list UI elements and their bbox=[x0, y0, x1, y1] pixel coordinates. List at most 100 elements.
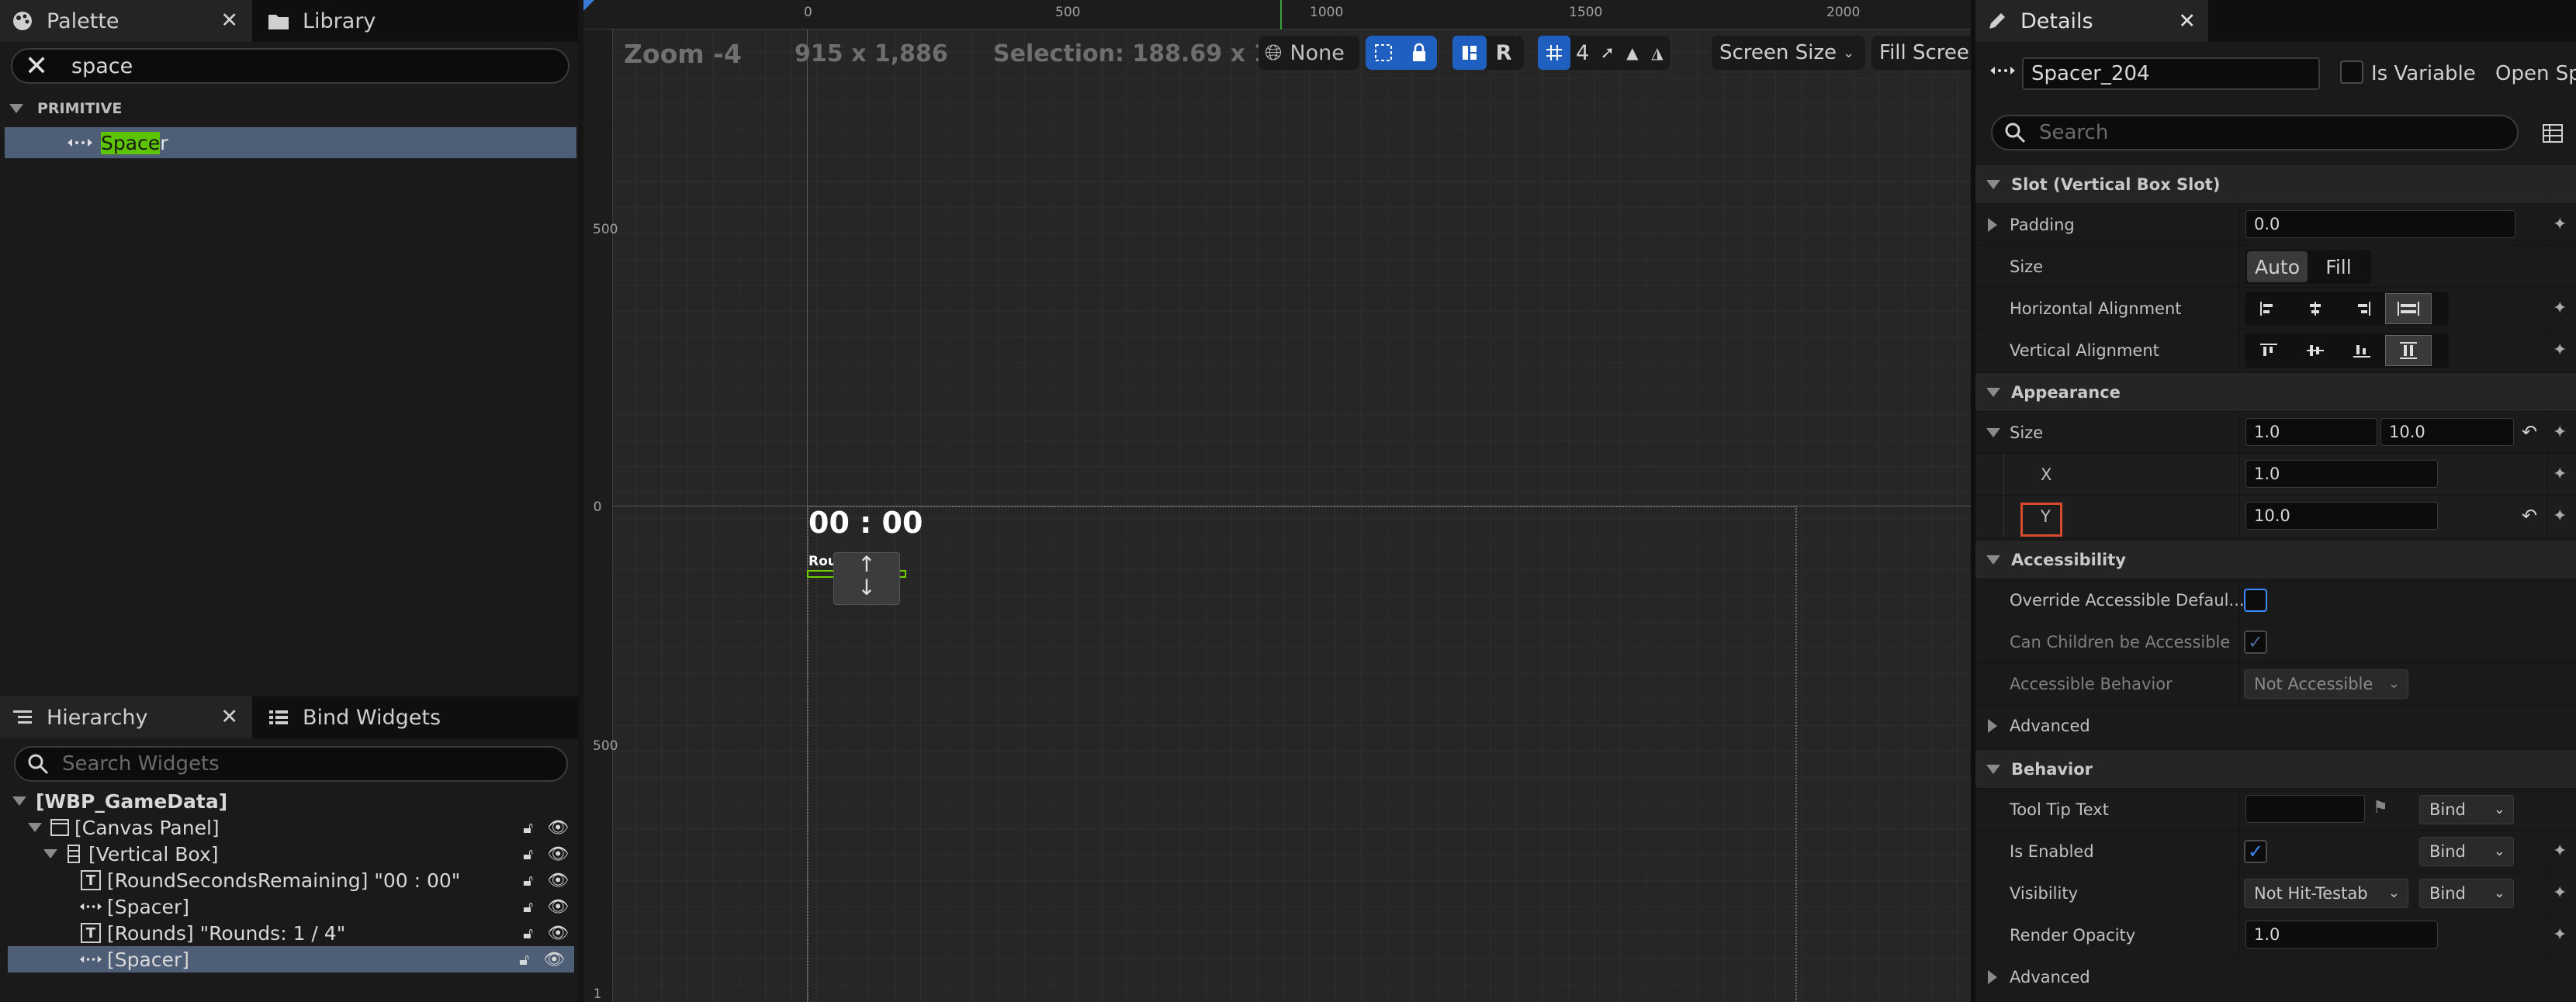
pin-icon[interactable]: ✦ bbox=[2553, 340, 2573, 361]
section-appearance[interactable]: Appearance bbox=[1975, 372, 2576, 411]
hierarchy-search-input[interactable]: Search Widgets bbox=[14, 746, 568, 782]
collapse-icon[interactable] bbox=[1986, 427, 2000, 437]
is-enabled-checkbox[interactable]: ✓ bbox=[2244, 840, 2267, 863]
size-x-field[interactable]: 1.0 bbox=[2245, 418, 2377, 446]
image-icon[interactable]: ▲ bbox=[1620, 36, 1645, 70]
open-space-link[interactable]: Open Spa bbox=[2495, 62, 2576, 85]
align-center-v-icon[interactable] bbox=[2292, 335, 2339, 366]
arrow-down-icon[interactable]: ↓ bbox=[834, 576, 899, 599]
tree-row-spacer-selected[interactable]: [Spacer] 🔓︎ 👁︎ bbox=[8, 946, 574, 973]
can-children-checkbox[interactable]: ✓ bbox=[2244, 631, 2267, 654]
details-search-input[interactable]: Search bbox=[1991, 115, 2519, 150]
reset-to-default-icon[interactable]: ↶ bbox=[2522, 421, 2537, 443]
tree-row-round-seconds[interactable]: T [RoundSecondsRemaining] "00 : 00" 🔓︎ 👁… bbox=[0, 867, 578, 893]
pin-icon[interactable]: ✦ bbox=[2553, 215, 2573, 235]
prop-advanced-accessibility[interactable]: Advanced bbox=[1975, 704, 2576, 746]
marquee-select-icon[interactable] bbox=[1366, 36, 1401, 70]
tree-row-root[interactable]: [WBP_GameData] bbox=[0, 788, 578, 814]
tab-details[interactable]: Details ✕ bbox=[1975, 0, 2208, 42]
unlock-icon[interactable]: 🔓︎ bbox=[523, 871, 533, 890]
align-fill-v-icon[interactable] bbox=[2385, 335, 2432, 366]
lock-icon[interactable] bbox=[1401, 36, 1437, 70]
is-variable-checkbox[interactable] bbox=[2340, 60, 2363, 84]
mirror-icon[interactable]: ◮ bbox=[1645, 36, 1670, 70]
pin-icon[interactable]: ✦ bbox=[2553, 841, 2573, 862]
padding-field[interactable]: 0.0 bbox=[2245, 210, 2515, 238]
x-field[interactable]: 1.0 bbox=[2245, 460, 2438, 488]
eye-icon[interactable]: 👁︎ bbox=[547, 871, 569, 890]
align-top-icon[interactable] bbox=[2245, 335, 2292, 366]
grid-snap-value[interactable]: 4 bbox=[1570, 36, 1595, 70]
widget-name-field[interactable]: Spacer_204 bbox=[2022, 57, 2320, 90]
section-accessibility[interactable]: Accessibility bbox=[1975, 540, 2576, 579]
respect-locks-button[interactable]: R bbox=[1487, 36, 1521, 70]
tooltip-field[interactable] bbox=[2245, 795, 2365, 823]
align-left-icon[interactable] bbox=[2245, 293, 2292, 324]
eye-icon[interactable]: 👁︎ bbox=[547, 845, 569, 864]
pin-icon[interactable]: ✦ bbox=[2553, 883, 2573, 904]
eye-icon[interactable]: 👁︎ bbox=[543, 950, 565, 969]
pin-icon[interactable]: ✦ bbox=[2553, 925, 2573, 945]
unlock-icon[interactable]: 🔓︎ bbox=[523, 845, 533, 863]
size-fill-option[interactable]: Fill bbox=[2311, 251, 2367, 282]
unlock-icon[interactable]: 🔓︎ bbox=[523, 818, 533, 837]
visibility-dropdown[interactable]: Not Hit-Testab ⌄ bbox=[2244, 879, 2408, 908]
selection-mode-toggle[interactable] bbox=[1366, 36, 1437, 70]
eye-icon[interactable]: 👁︎ bbox=[547, 818, 569, 838]
designer-viewport[interactable]: 0 500 1000 1500 2000 500 0 500 1 Zoom -4… bbox=[583, 0, 1971, 1002]
tab-palette[interactable]: Palette ✕ bbox=[0, 0, 252, 42]
align-center-h-icon[interactable] bbox=[2292, 293, 2339, 324]
tab-library[interactable]: Library bbox=[256, 0, 489, 42]
screen-size-dropdown[interactable]: Screen Size ⌄ bbox=[1712, 36, 1865, 70]
locale-dropdown[interactable]: 🌐︎ None bbox=[1259, 36, 1359, 70]
align-right-icon[interactable] bbox=[2339, 293, 2385, 324]
close-icon[interactable]: ✕ bbox=[2178, 9, 2196, 33]
clear-search-icon[interactable]: ✕ bbox=[25, 50, 56, 82]
align-bottom-icon[interactable] bbox=[2339, 335, 2385, 366]
bind-dropdown[interactable]: Bind ⌄ bbox=[2419, 837, 2514, 866]
timer-text-widget[interactable]: 00 : 00 bbox=[808, 506, 923, 540]
pin-icon[interactable]: ✦ bbox=[2553, 465, 2573, 485]
bind-dropdown[interactable]: Bind ⌄ bbox=[2419, 795, 2514, 824]
unlock-icon[interactable]: 🔓︎ bbox=[523, 897, 533, 916]
grid-snap-icon[interactable] bbox=[1538, 36, 1570, 70]
tree-row-spacer[interactable]: [Spacer] 🔓︎ 👁︎ bbox=[0, 893, 578, 920]
layout-icon[interactable] bbox=[1452, 36, 1487, 70]
tree-row-canvas-panel[interactable]: [Canvas Panel] 🔓︎ 👁︎ bbox=[0, 814, 578, 841]
category-primitive[interactable]: PRIMITIVE bbox=[0, 95, 578, 123]
palette-search-input[interactable]: ✕ space bbox=[11, 48, 570, 84]
tab-bind-widgets[interactable]: Bind Widgets bbox=[256, 696, 504, 738]
palette-item-spacer[interactable]: Space r bbox=[5, 127, 576, 158]
bind-dropdown[interactable]: Bind ⌄ bbox=[2419, 879, 2514, 908]
pin-icon[interactable]: ✦ bbox=[2553, 423, 2573, 443]
override-accessible-checkbox[interactable] bbox=[2244, 589, 2267, 612]
tree-row-rounds[interactable]: T [Rounds] "Rounds: 1 / 4" 🔓︎ 👁︎ bbox=[0, 920, 578, 946]
tab-hierarchy[interactable]: Hierarchy ✕ bbox=[0, 696, 252, 738]
tree-row-vertical-box[interactable]: [Vertical Box] 🔓︎ 👁︎ bbox=[0, 841, 578, 867]
section-behavior[interactable]: Behavior bbox=[1975, 749, 2576, 788]
close-icon[interactable]: ✕ bbox=[220, 9, 238, 33]
expand-icon[interactable] bbox=[1988, 217, 1997, 232]
accessible-behavior-dropdown[interactable]: Not Accessible ⌄ bbox=[2244, 669, 2408, 699]
size-auto-option[interactable]: Auto bbox=[2247, 251, 2308, 282]
eye-icon[interactable]: 👁︎ bbox=[547, 897, 569, 917]
y-field[interactable]: 10.0 bbox=[2245, 502, 2438, 530]
cursor-icon[interactable]: ➚ bbox=[1595, 36, 1620, 70]
pin-icon[interactable]: ✦ bbox=[2553, 506, 2573, 527]
arrow-up-icon[interactable]: ↑ bbox=[834, 553, 899, 576]
size-y-field[interactable]: 10.0 bbox=[2380, 418, 2514, 446]
pin-icon[interactable]: ✦ bbox=[2553, 299, 2573, 319]
move-up-down-handle[interactable]: ↑ ↓ bbox=[833, 552, 900, 605]
flag-icon[interactable]: ⚑ bbox=[2373, 798, 2388, 817]
section-slot[interactable]: Slot (Vertical Box Slot) bbox=[1975, 164, 2576, 203]
align-fill-h-icon[interactable] bbox=[2385, 293, 2432, 324]
unlock-icon[interactable]: 🔓︎ bbox=[523, 924, 533, 942]
eye-icon[interactable]: 👁︎ bbox=[547, 924, 569, 943]
reset-to-default-icon[interactable]: ↶ bbox=[2522, 505, 2537, 527]
close-icon[interactable]: ✕ bbox=[220, 705, 238, 729]
prop-advanced-behavior[interactable]: Advanced bbox=[1975, 955, 2576, 997]
render-opacity-field[interactable]: 1.0 bbox=[2245, 921, 2438, 948]
unlock-icon[interactable]: 🔓︎ bbox=[519, 950, 529, 969]
fill-screen-dropdown[interactable]: Fill Screen bbox=[1871, 36, 1971, 70]
table-view-icon[interactable] bbox=[2542, 123, 2564, 144]
